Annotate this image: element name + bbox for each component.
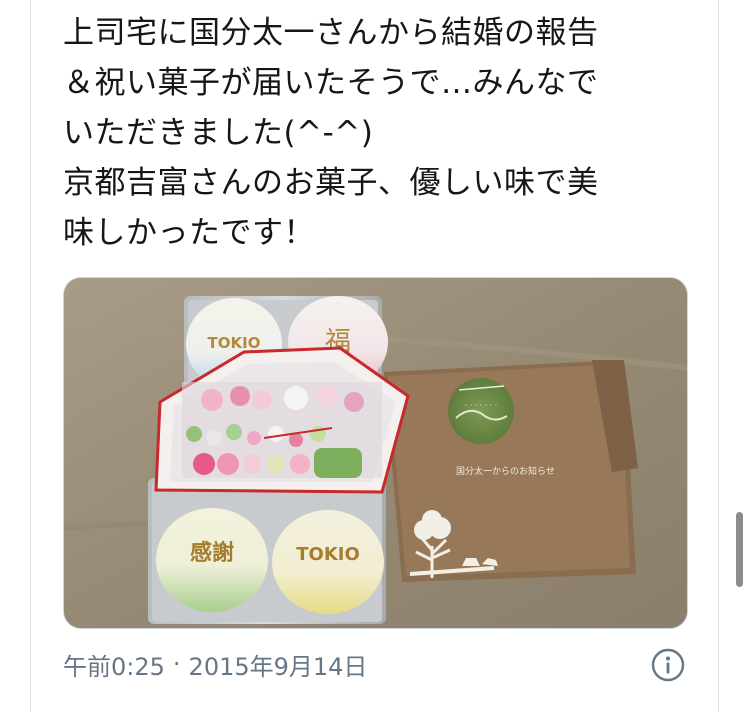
photo-cake: TOKIO bbox=[272, 510, 384, 614]
photo-cake: 感謝 bbox=[156, 508, 268, 612]
timeline-left-border bbox=[30, 0, 31, 712]
info-icon[interactable] bbox=[651, 648, 685, 682]
tweet-text-line: ＆祝い菓子が届いたそうで…みんなで bbox=[63, 65, 599, 101]
timestamp-separator: · bbox=[172, 650, 181, 678]
cake-label: TOKIO bbox=[208, 334, 261, 352]
tweet-text-line: いただきました(^-^) bbox=[63, 115, 374, 151]
cake-label: 感謝 bbox=[190, 540, 234, 566]
photo-sweets-box: ・・・・・・・ 国分太一からのお知らせ TOKIO 福 感謝 TOKIO bbox=[64, 278, 687, 628]
tweet-text-line: 上司宅に国分太一さんから結婚の報告 bbox=[63, 15, 599, 51]
tweet-time: 午前0:25 bbox=[63, 652, 165, 681]
tweet-timestamp[interactable]: 午前0:25 · 2015年9月14日 bbox=[63, 644, 367, 684]
timeline-right-border bbox=[718, 0, 719, 712]
tweet-date: 2015年9月14日 bbox=[188, 652, 368, 681]
scrollbar-thumb[interactable] bbox=[736, 512, 743, 587]
cake-label: TOKIO bbox=[296, 544, 360, 565]
card-caption: 国分太一からのお知らせ bbox=[456, 465, 555, 477]
tweet-photo[interactable]: ・・・・・・・ 国分太一からのお知らせ TOKIO 福 感謝 TOKIO bbox=[63, 277, 688, 629]
tweet-text-line: 京都吉富さんのお菓子、優しい味で美 bbox=[63, 165, 599, 201]
photo-card: ・・・・・・・ 国分太一からのお知らせ bbox=[384, 360, 638, 582]
tweet-text: 上司宅に国分太一さんから結婚の報告 ＆祝い菓子が届いたそうで…みんなで いただき… bbox=[63, 8, 693, 258]
svg-text:・・・・・・・: ・・・・・・・ bbox=[463, 403, 498, 409]
tweet-text-line: 味しかったです！ bbox=[63, 215, 315, 251]
